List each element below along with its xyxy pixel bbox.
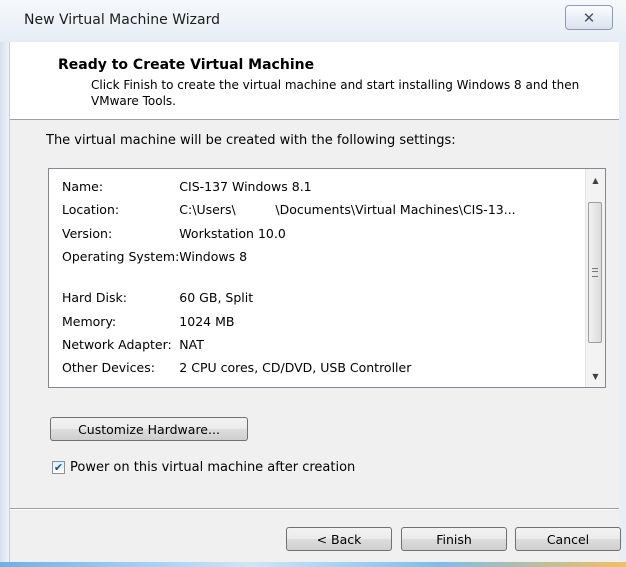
scroll-down-icon[interactable]: ▼ xyxy=(586,367,605,385)
scroll-up-icon[interactable]: ▲ xyxy=(586,171,605,189)
cancel-button[interactable]: Cancel xyxy=(515,527,621,551)
settings-row: Memory: 1024 MB xyxy=(62,309,516,332)
setting-key: Memory: xyxy=(62,313,117,329)
intro-text: The virtual machine will be created with… xyxy=(46,133,456,148)
dialog-content: Ready to Create Virtual Machine Click Fi… xyxy=(9,42,621,562)
wizard-header: Ready to Create Virtual Machine Click Fi… xyxy=(10,42,619,120)
settings-row: Name: CIS-137 Windows 8.1 xyxy=(62,175,516,198)
page-title: Ready to Create Virtual Machine xyxy=(58,57,315,73)
setting-value: Windows 8 xyxy=(179,249,248,265)
window-frame-left xyxy=(0,42,9,567)
setting-key: Operating System: xyxy=(62,249,180,265)
settings-row: Operating System: Windows 8 xyxy=(62,245,516,268)
power-on-option[interactable]: ✔ Power on this virtual machine after cr… xyxy=(52,460,355,475)
grip-icon xyxy=(592,268,598,277)
setting-key: Version: xyxy=(62,225,113,241)
customize-hardware-button[interactable]: Customize Hardware... xyxy=(50,417,248,441)
settings-row: Other Devices: 2 CPU cores, CD/DVD, USB … xyxy=(62,356,516,379)
setting-key: Other Devices: xyxy=(62,360,155,376)
settings-spacer xyxy=(62,268,516,286)
scroll-thumb[interactable] xyxy=(588,202,602,343)
setting-key: Location: xyxy=(62,202,120,218)
setting-value: CIS-137 Windows 8.1 xyxy=(179,179,312,195)
settings-row: Network Adapter: NAT xyxy=(62,333,516,356)
power-on-label[interactable]: Power on this virtual machine after crea… xyxy=(70,460,355,475)
settings-table: Name: CIS-137 Windows 8.1 Location: C:\U… xyxy=(62,175,516,379)
setting-key: Network Adapter: xyxy=(62,336,172,352)
page-subtitle: Click Finish to create the virtual machi… xyxy=(91,78,580,108)
taskbar-edge xyxy=(0,562,626,567)
close-icon: ✕ xyxy=(582,8,596,27)
finish-button[interactable]: Finish xyxy=(401,527,507,551)
setting-value: C:\Users\ \Documents\Virtual Machines\CI… xyxy=(179,202,516,218)
setting-value: 60 GB, Split xyxy=(179,290,254,306)
settings-row: Hard Disk: 60 GB, Split xyxy=(62,286,516,309)
setting-value: 2 CPU cores, CD/DVD, USB Controller xyxy=(179,360,412,376)
setting-key: Name: xyxy=(62,179,104,195)
settings-list[interactable]: Name: CIS-137 Windows 8.1 Location: C:\U… xyxy=(48,168,606,388)
wizard-window: New Virtual Machine Wizard ✕ Ready to Cr… xyxy=(0,0,626,567)
title-bar: New Virtual Machine Wizard ✕ xyxy=(0,0,626,42)
setting-value: NAT xyxy=(179,336,204,352)
vertical-scrollbar[interactable]: ▲ ▼ xyxy=(585,169,605,387)
window-title: New Virtual Machine Wizard xyxy=(24,12,220,28)
back-button[interactable]: < Back xyxy=(286,527,392,551)
close-button[interactable]: ✕ xyxy=(565,5,613,30)
power-on-checkbox[interactable]: ✔ xyxy=(52,461,65,474)
settings-row: Version: Workstation 10.0 xyxy=(62,222,516,245)
setting-key: Hard Disk: xyxy=(62,290,127,306)
settings-row: Location: C:\Users\ \Documents\Virtual M… xyxy=(62,198,516,221)
footer-divider xyxy=(10,508,619,510)
setting-value: Workstation 10.0 xyxy=(179,225,286,241)
setting-value: 1024 MB xyxy=(179,313,235,329)
